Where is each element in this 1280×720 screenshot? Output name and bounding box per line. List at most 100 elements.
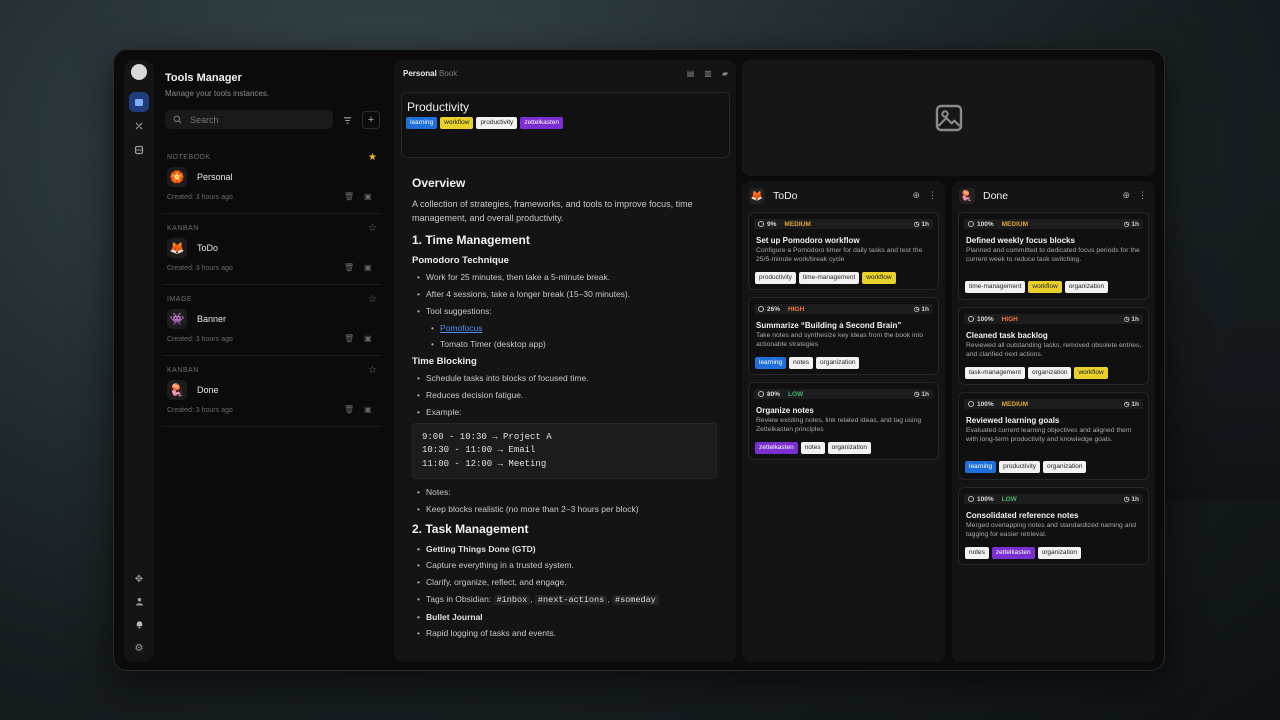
tag[interactable]: time-management xyxy=(965,281,1026,293)
notebook-emoji: 👾 xyxy=(167,309,187,329)
tag[interactable]: workflow xyxy=(440,117,474,129)
tag[interactable]: organization xyxy=(1028,367,1072,379)
card-title: Consolidated reference notes xyxy=(966,511,1079,520)
open-icon[interactable]: ▣ xyxy=(364,263,372,272)
open-icon[interactable]: ▣ xyxy=(364,405,372,414)
inline-code: #someday xyxy=(611,594,659,605)
settings-icon[interactable]: ⚙ xyxy=(129,643,149,659)
notebook-card-banner[interactable]: IMAGE ☆ 👾 Banner Created: 3 hours ago 🗑 … xyxy=(162,292,382,356)
doc-breadcrumb: Personal Book xyxy=(403,69,457,78)
column-title: ToDo xyxy=(773,190,798,202)
tag[interactable]: time-management xyxy=(798,272,860,284)
tag[interactable]: zettelkasten xyxy=(991,547,1035,559)
tag[interactable]: workflow xyxy=(862,272,896,284)
card-title: Cleaned task backlog xyxy=(966,331,1048,340)
breadcrumb-section[interactable]: Book xyxy=(439,69,457,78)
estimate: ◷ 1h xyxy=(913,391,929,398)
tag[interactable]: productivity xyxy=(999,461,1041,473)
notebook-card-todo[interactable]: KANBAN ☆ 🦊 ToDo Created: 3 hours ago 🗑 ▣ xyxy=(162,221,382,285)
doc-title[interactable]: Productivity xyxy=(407,100,469,114)
app-logo-icon[interactable] xyxy=(131,64,147,80)
file-icon[interactable]: ▤ xyxy=(687,69,695,78)
tag[interactable]: learning xyxy=(406,117,438,129)
add-instance-button[interactable]: + xyxy=(362,111,380,129)
kanban-card[interactable]: 26% HIGH ◷ 1h Summarize “Building a Seco… xyxy=(748,297,939,375)
card-tags: learning notes organization xyxy=(755,357,860,369)
card-tags: notes zettelkasten organization xyxy=(965,547,1082,559)
banner-panel[interactable] xyxy=(742,60,1155,176)
tag[interactable]: productivity xyxy=(755,272,796,284)
filter-button[interactable] xyxy=(338,111,356,129)
move-icon[interactable]: ✥ xyxy=(129,574,149,590)
column-header: 🦊 ToDo xyxy=(749,187,798,205)
star-outline-icon[interactable]: ☆ xyxy=(368,223,377,234)
folder-icon[interactable]: ▰ xyxy=(722,69,728,78)
add-card-icon[interactable]: ⊕ xyxy=(912,190,920,201)
column-tools: ⊕ ⋮ xyxy=(912,190,937,201)
tag[interactable]: task-management xyxy=(965,367,1026,379)
estimate-value: 1h xyxy=(921,391,929,398)
code-block[interactable]: 9:00 - 10:30 → Project A 10:30 - 11:00 →… xyxy=(412,422,717,479)
star-outline-icon[interactable]: ☆ xyxy=(368,294,377,305)
notebook-card-done[interactable]: KANBAN ☆ 🪼 Done Created: 3 hours ago 🗑 ▣ xyxy=(162,363,382,427)
star-filled-icon[interactable]: ★ xyxy=(368,152,377,163)
trash-icon[interactable]: 🗑 xyxy=(344,405,354,414)
trash-icon[interactable]: 🗑 xyxy=(344,263,354,272)
priority-badge: LOW xyxy=(1001,495,1017,503)
tag[interactable]: organization xyxy=(827,442,872,454)
tools-icon[interactable] xyxy=(129,116,149,136)
kanban-card[interactable]: 100% HIGH ◷ 1h Cleaned task backlog Revi… xyxy=(958,307,1149,385)
notebook-card-personal[interactable]: NOTEBOOK ★ 🏵️ Personal Created: 3 hours … xyxy=(162,150,382,214)
trash-icon[interactable]: 🗑 xyxy=(344,192,354,201)
more-icon[interactable]: ⋮ xyxy=(928,190,937,201)
pomofocus-link[interactable]: Pomofocus xyxy=(440,323,483,333)
tag[interactable]: organization xyxy=(1037,547,1082,559)
kanban-card[interactable]: 100% MEDIUM ◷ 1h Reviewed learning goals… xyxy=(958,392,1149,480)
tag[interactable]: notes xyxy=(965,547,989,559)
notebook-type-label: NOTEBOOK xyxy=(167,154,211,161)
kanban-card[interactable]: 9% MEDIUM ◷ 1h Set up Pomodoro workflow … xyxy=(748,212,939,290)
more-icon[interactable]: ⋮ xyxy=(1138,190,1147,201)
tag[interactable]: productivity xyxy=(476,117,518,129)
tag[interactable]: organization xyxy=(1064,281,1109,293)
card-title: Reviewed learning goals xyxy=(966,416,1060,425)
storage-icon[interactable] xyxy=(129,140,149,160)
kanban-card[interactable]: 100% LOW ◷ 1h Consolidated reference not… xyxy=(958,487,1149,565)
open-icon[interactable]: ▣ xyxy=(364,192,372,201)
tag[interactable]: workflow xyxy=(1074,367,1108,379)
star-outline-icon[interactable]: ☆ xyxy=(368,365,377,376)
tag[interactable]: notes xyxy=(789,357,814,369)
notebook-type-label: KANBAN xyxy=(167,367,199,374)
tag[interactable]: learning xyxy=(965,461,997,473)
trash-icon[interactable]: 🗑 xyxy=(344,334,354,343)
user-icon[interactable] xyxy=(129,597,149,613)
notebook-emoji: 🪼 xyxy=(167,380,187,400)
open-icon[interactable]: ▣ xyxy=(364,334,372,343)
search-box[interactable] xyxy=(165,110,333,129)
add-card-icon[interactable]: ⊕ xyxy=(1122,190,1130,201)
search-input[interactable] xyxy=(190,114,310,125)
tag[interactable]: learning xyxy=(755,357,787,369)
bell-icon[interactable] xyxy=(129,620,149,636)
tag[interactable]: organization xyxy=(816,357,860,369)
estimate-value: 1h xyxy=(1131,401,1139,408)
doc-content[interactable]: Overview A collection of strategies, fra… xyxy=(412,174,717,644)
estimate: ◷ 1h xyxy=(1123,316,1139,323)
notebooks-icon[interactable] xyxy=(129,92,149,112)
tag[interactable]: notes xyxy=(800,442,825,454)
card-status-bar: 26% HIGH ◷ 1h xyxy=(754,304,933,314)
image-placeholder-icon xyxy=(935,104,962,132)
list-item: Capture everything in a trusted system. xyxy=(417,559,717,572)
kanban-card[interactable]: 80% LOW ◷ 1h Organize notes Review exist… xyxy=(748,382,939,460)
list-item: Tomato Timer (desktop app) xyxy=(431,338,717,351)
tag[interactable]: zettelkasten xyxy=(520,117,563,129)
file-icon[interactable]: ▥ xyxy=(704,69,712,78)
priority-badge: LOW xyxy=(788,390,804,398)
tag[interactable]: zettelkasten xyxy=(755,442,798,454)
breadcrumb-notebook[interactable]: Personal xyxy=(403,69,437,78)
kanban-card[interactable]: 100% MEDIUM ◷ 1h Defined weekly focus bl… xyxy=(958,212,1149,300)
progress: 26% xyxy=(758,306,780,313)
pomodoro-list: Work for 25 minutes, then take a 5-minut… xyxy=(412,271,717,317)
tag[interactable]: organization xyxy=(1043,461,1087,473)
tag[interactable]: workflow xyxy=(1028,281,1062,293)
